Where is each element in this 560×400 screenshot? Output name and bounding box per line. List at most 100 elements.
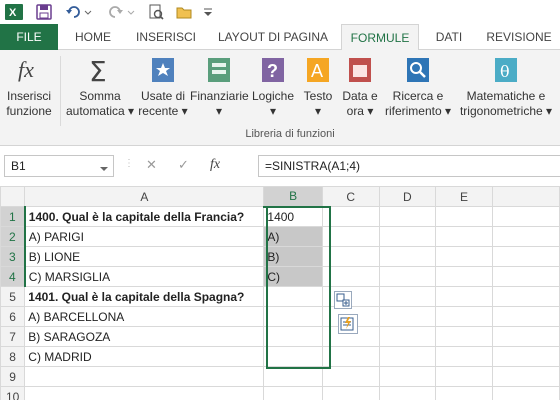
column-header-a[interactable]: A <box>24 186 265 207</box>
column-header-f[interactable] <box>491 186 560 207</box>
customize-qat-icon[interactable] <box>198 3 218 21</box>
cell-e[interactable] <box>435 226 493 247</box>
cell-c[interactable] <box>321 206 380 227</box>
row-header[interactable]: 5 <box>0 286 26 307</box>
cell-d[interactable] <box>378 306 437 327</box>
paste-options-icon[interactable] <box>334 291 352 309</box>
cell-e[interactable] <box>435 286 493 307</box>
cell-b[interactable]: 1400 <box>263 206 323 227</box>
cell-f[interactable] <box>491 306 560 327</box>
save-icon[interactable] <box>34 3 54 21</box>
cell-a[interactable]: B) LIONE <box>24 246 265 267</box>
lookup-reference-button[interactable]: Ricerca e riferimento ▾ <box>382 54 454 119</box>
column-header-e[interactable]: E <box>435 186 493 207</box>
row-header[interactable]: 6 <box>0 306 26 327</box>
tab-insert[interactable]: INSERISCI <box>130 24 202 50</box>
cell-d[interactable] <box>378 286 437 307</box>
insert-function-bar-icon[interactable]: fx <box>210 157 220 173</box>
row-header[interactable]: 3 <box>0 246 26 267</box>
cell-b[interactable]: B) <box>263 246 323 267</box>
cell-e[interactable] <box>435 366 493 387</box>
cell-a[interactable]: 1400. Qual è la capitale della Francia? <box>24 206 265 227</box>
math-trig-button[interactable]: θ Matematiche e trigonometriche ▾ <box>456 54 556 119</box>
cell-a[interactable]: C) MADRID <box>24 346 265 367</box>
tab-review[interactable]: REVISIONE <box>480 24 558 50</box>
cell-a[interactable] <box>24 366 265 387</box>
undo-icon[interactable] <box>64 3 94 21</box>
cell-e[interactable] <box>435 306 493 327</box>
row-header[interactable]: 2 <box>0 226 26 247</box>
cell-a[interactable]: B) SARAGOZA <box>24 326 265 347</box>
name-box[interactable]: B1 <box>4 155 114 177</box>
recently-used-button[interactable]: Usate di recente ▾ <box>138 54 188 119</box>
cell-c[interactable] <box>321 386 380 400</box>
cell-b[interactable] <box>263 366 323 387</box>
cell-b[interactable]: C) <box>263 266 323 287</box>
cell-a[interactable]: 1401. Qual è la capitale della Spagna? <box>24 286 265 307</box>
cell-f[interactable] <box>491 326 560 347</box>
name-box-dropdown-icon[interactable] <box>100 162 108 171</box>
column-header-b[interactable]: B <box>263 186 323 208</box>
cell-c[interactable] <box>321 246 380 267</box>
cell-b[interactable] <box>263 386 323 400</box>
cell-d[interactable] <box>378 226 437 247</box>
cell-a[interactable]: A) BARCELLONA <box>24 306 265 327</box>
cell-f[interactable] <box>491 226 560 247</box>
cell-e[interactable] <box>435 346 493 367</box>
cell-e[interactable] <box>435 206 493 227</box>
redo-icon[interactable] <box>108 3 136 21</box>
tab-file[interactable]: FILE <box>0 24 58 50</box>
tab-formulas[interactable]: FORMULE <box>341 24 419 51</box>
cell-c[interactable] <box>321 366 380 387</box>
row-header[interactable]: 7 <box>0 326 26 347</box>
tab-page-layout[interactable]: LAYOUT DI PAGINA <box>210 24 336 50</box>
flash-fill-icon[interactable] <box>338 314 358 334</box>
formula-input[interactable]: =SINISTRA(A1;4) <box>258 155 560 177</box>
row-header[interactable]: 8 <box>0 346 26 367</box>
cell-c[interactable] <box>321 346 380 367</box>
enter-icon[interactable]: ✓ <box>178 157 189 173</box>
insert-function-button[interactable]: fx Inserisci funzione <box>2 54 56 119</box>
cell-c[interactable] <box>321 226 380 247</box>
cell-e[interactable] <box>435 246 493 267</box>
cancel-icon[interactable]: ✕ <box>146 157 157 173</box>
date-time-button[interactable]: Data e ora ▾ <box>340 54 380 119</box>
cell-a[interactable]: C) MARSIGLIA <box>24 266 265 287</box>
cell-f[interactable] <box>491 206 560 227</box>
cell-d[interactable] <box>378 386 437 400</box>
cell-b[interactable]: A) <box>263 226 323 247</box>
cell-a[interactable]: A) PARIGI <box>24 226 265 247</box>
row-header[interactable]: 9 <box>0 366 26 387</box>
cell-b[interactable] <box>263 346 323 367</box>
cell-e[interactable] <box>435 266 493 287</box>
text-functions-button[interactable]: A Testo ▾ <box>298 54 338 119</box>
cell-b[interactable] <box>263 286 323 307</box>
print-preview-icon[interactable] <box>146 3 166 21</box>
cell-d[interactable] <box>378 206 437 227</box>
cell-b[interactable] <box>263 326 323 347</box>
row-header[interactable]: 10 <box>0 386 26 400</box>
tab-home[interactable]: HOME <box>64 24 122 50</box>
cell-e[interactable] <box>435 326 493 347</box>
open-icon[interactable] <box>174 3 194 21</box>
cell-f[interactable] <box>491 286 560 307</box>
select-all-corner[interactable] <box>0 186 26 207</box>
cell-d[interactable] <box>378 326 437 347</box>
row-header[interactable]: 1 <box>0 206 26 227</box>
cell-d[interactable] <box>378 266 437 287</box>
logical-button[interactable]: ? Logiche ▾ <box>250 54 296 119</box>
cell-d[interactable] <box>378 346 437 367</box>
row-header[interactable]: 4 <box>0 266 26 287</box>
autosum-button[interactable]: Σ Somma automatica ▾ <box>64 54 136 119</box>
financial-button[interactable]: Finanziarie ▾ <box>190 54 249 119</box>
cell-f[interactable] <box>491 366 560 387</box>
cell-d[interactable] <box>378 246 437 267</box>
column-header-c[interactable]: C <box>321 186 380 207</box>
cell-c[interactable] <box>321 266 380 287</box>
cell-f[interactable] <box>491 346 560 367</box>
tab-data[interactable]: DATI <box>426 24 472 50</box>
cell-f[interactable] <box>491 246 560 267</box>
cell-b[interactable] <box>263 306 323 327</box>
cell-e[interactable] <box>435 386 493 400</box>
cell-f[interactable] <box>491 266 560 287</box>
